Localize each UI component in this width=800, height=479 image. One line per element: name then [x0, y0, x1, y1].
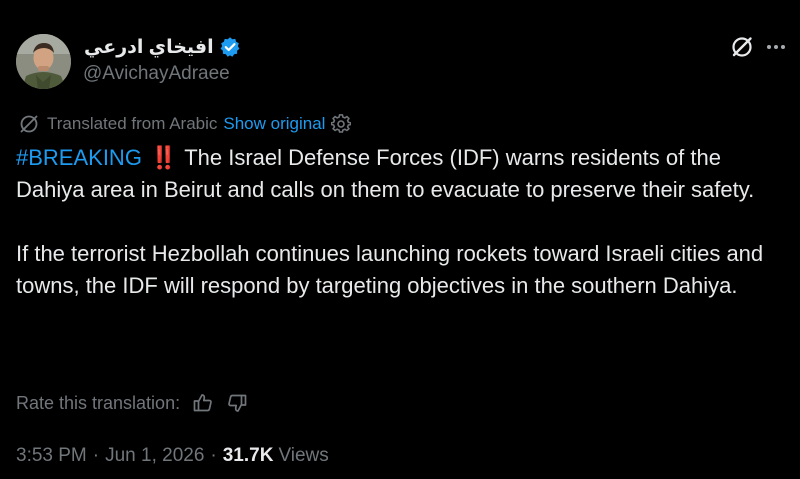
tweet-paragraph-2: If the terrorist Hezbollah continues lau…	[16, 241, 764, 298]
double-exclamation-emoji: ‼️	[150, 145, 177, 170]
avatar[interactable]	[16, 34, 71, 89]
translation-notice: Translated from Arabic Show original	[18, 112, 352, 136]
thumbs-up-icon[interactable]	[192, 392, 214, 414]
tweet-date[interactable]: Jun 1, 2026	[105, 445, 204, 467]
rate-translation-label: Rate this translation:	[16, 392, 181, 413]
hashtag-link[interactable]: #BREAKING	[16, 145, 142, 170]
rate-translation-row: Rate this translation:	[16, 390, 248, 416]
tweet-text: #BREAKING ‼️ The Israel Defense Forces (…	[16, 142, 792, 302]
avatar-image	[16, 34, 71, 89]
tweet-paragraph-1: #BREAKING ‼️ The Israel Defense Forces (…	[16, 142, 792, 206]
thumbs-down-icon[interactable]	[226, 392, 248, 414]
translate-slash-icon	[18, 113, 40, 135]
tweet-time[interactable]: 3:53 PM	[16, 445, 87, 467]
tweet-meta: 3:53 PM · Jun 1, 2026 · 31.7K Views	[16, 443, 329, 469]
gear-icon[interactable]	[331, 114, 352, 134]
author-handle[interactable]: @AvichayAdraee	[83, 63, 230, 85]
more-horizontal-icon[interactable]	[763, 34, 789, 60]
show-original-link[interactable]: Show original	[223, 114, 325, 134]
meta-separator: ·	[210, 445, 217, 466]
author-name-row[interactable]: افيخاي ادرعي	[84, 35, 241, 59]
translation-label: Translated from Arabic	[47, 114, 218, 133]
author-display-name[interactable]: افيخاي ادرعي	[84, 36, 214, 59]
views-count[interactable]: 31.7K	[223, 445, 274, 467]
verified-badge-icon	[219, 36, 241, 58]
meta-separator: ·	[92, 445, 100, 466]
grok-slash-icon[interactable]	[729, 34, 755, 60]
views-label: Views	[278, 445, 329, 466]
